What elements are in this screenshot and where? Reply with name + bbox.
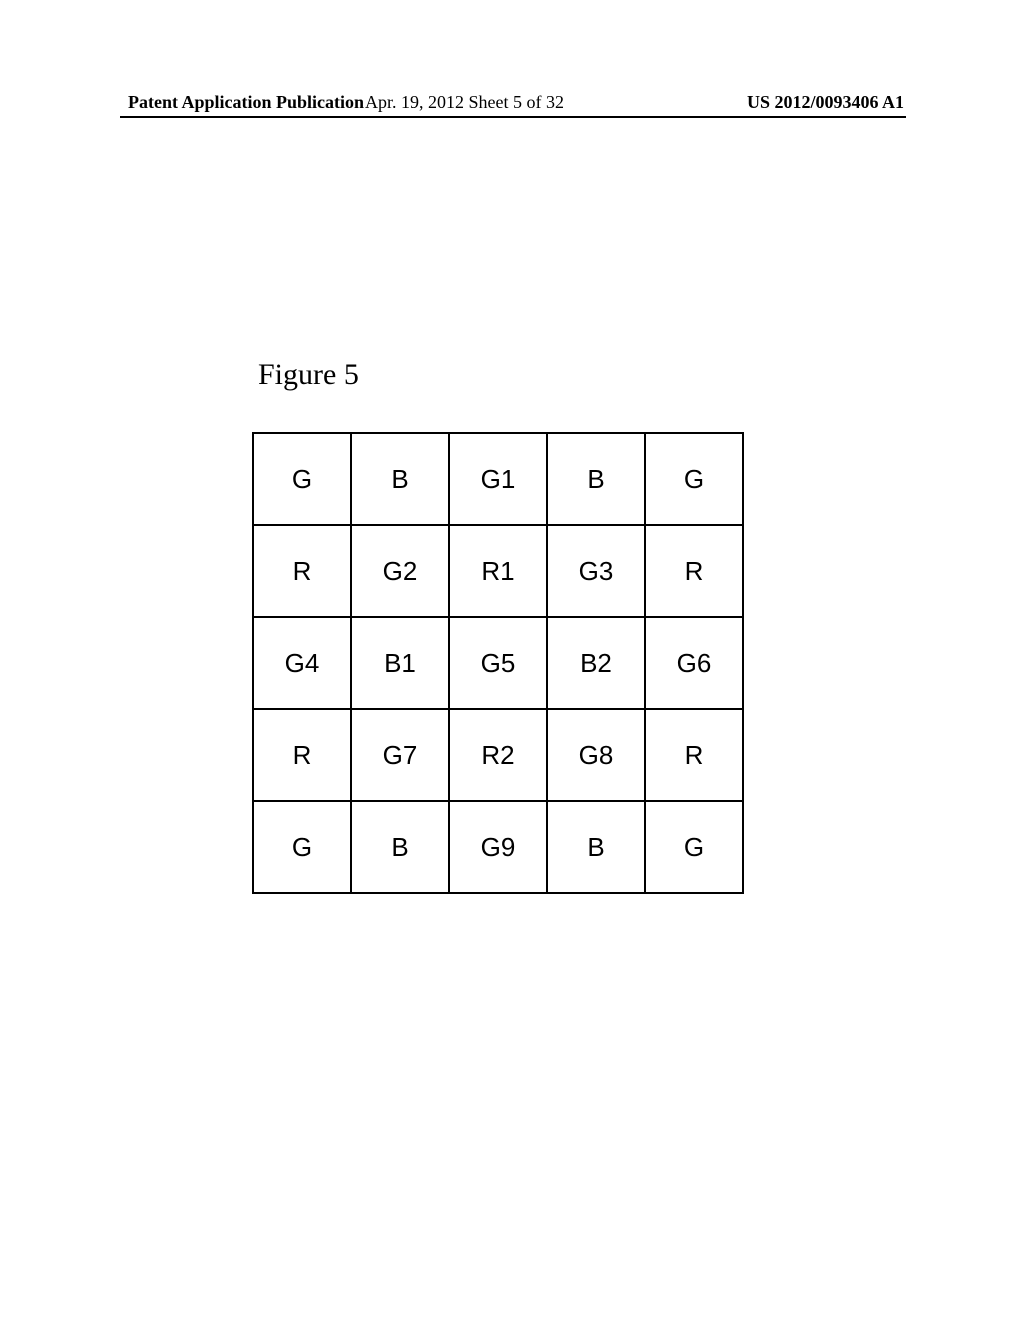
figure-label: Figure 5 bbox=[258, 358, 359, 392]
header-divider bbox=[120, 116, 906, 118]
page-header: Patent Application Publication Apr. 19, … bbox=[0, 92, 1024, 113]
grid-cell: B1 bbox=[351, 617, 449, 709]
table-row: G B G9 B G bbox=[253, 801, 743, 893]
grid-cell: R1 bbox=[449, 525, 547, 617]
grid-cell: G2 bbox=[351, 525, 449, 617]
table-row: R G2 R1 G3 R bbox=[253, 525, 743, 617]
table-row: R G7 R2 G8 R bbox=[253, 709, 743, 801]
grid-cell: G4 bbox=[253, 617, 351, 709]
grid-cell: R bbox=[645, 709, 743, 801]
grid-cell: B bbox=[351, 433, 449, 525]
grid-cell: G bbox=[645, 433, 743, 525]
table-row: G B G1 B G bbox=[253, 433, 743, 525]
grid-cell: G9 bbox=[449, 801, 547, 893]
grid-cell: G bbox=[253, 801, 351, 893]
table-row: G4 B1 G5 B2 G6 bbox=[253, 617, 743, 709]
grid-cell: G1 bbox=[449, 433, 547, 525]
grid-cell: G8 bbox=[547, 709, 645, 801]
grid-cell: B bbox=[547, 801, 645, 893]
grid-cell: G bbox=[645, 801, 743, 893]
grid-cell: G5 bbox=[449, 617, 547, 709]
grid-cell: G3 bbox=[547, 525, 645, 617]
grid-cell: R2 bbox=[449, 709, 547, 801]
pixel-grid-table: G B G1 B G R G2 R1 G3 R G4 B1 G5 B2 G6 R… bbox=[252, 432, 744, 894]
grid-cell: B bbox=[351, 801, 449, 893]
grid-cell: R bbox=[645, 525, 743, 617]
header-publication-type: Patent Application Publication bbox=[128, 92, 364, 113]
header-publication-number: US 2012/0093406 A1 bbox=[747, 92, 904, 113]
grid-cell: G bbox=[253, 433, 351, 525]
grid-cell: R bbox=[253, 525, 351, 617]
grid-cell: R bbox=[253, 709, 351, 801]
grid-cell: G6 bbox=[645, 617, 743, 709]
header-date-sheet: Apr. 19, 2012 Sheet 5 of 32 bbox=[365, 92, 564, 113]
grid-cell: B2 bbox=[547, 617, 645, 709]
grid-cell: B bbox=[547, 433, 645, 525]
grid-cell: G7 bbox=[351, 709, 449, 801]
